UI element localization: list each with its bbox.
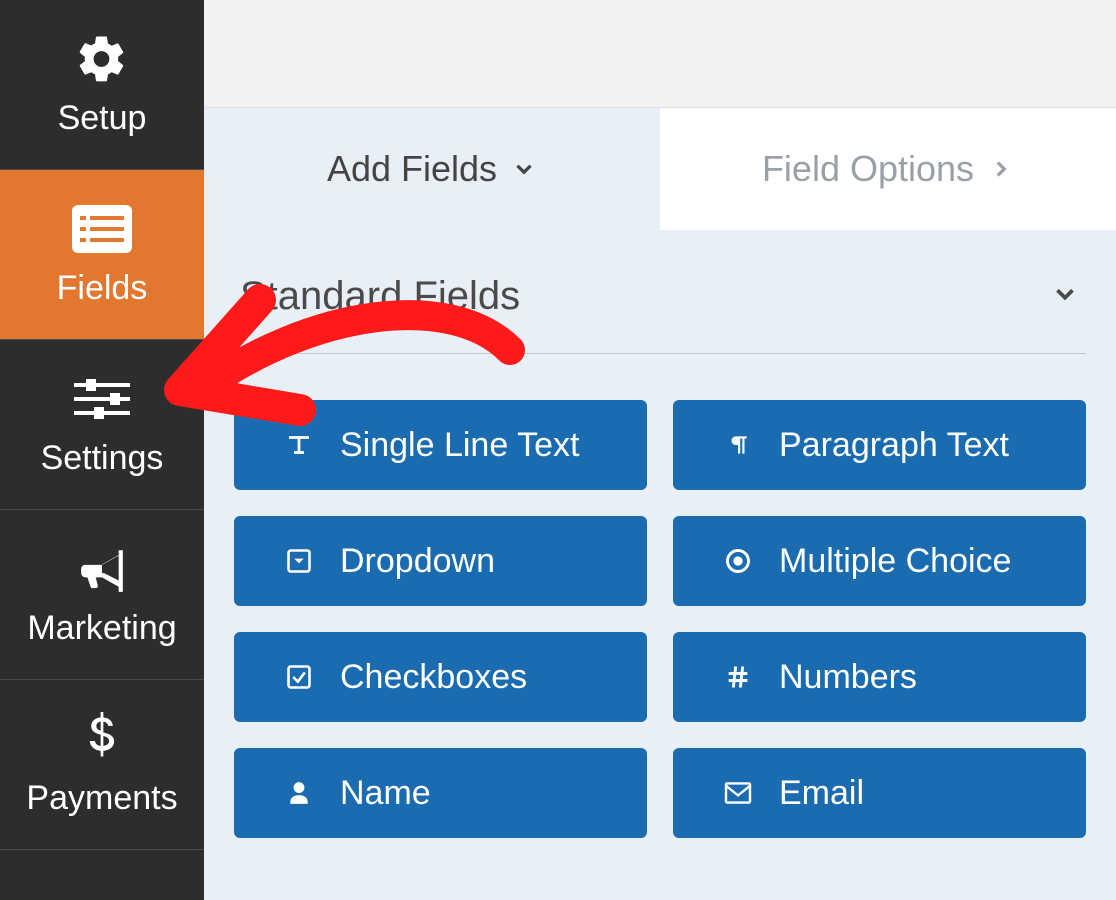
sidebar-item-label: Payments (26, 779, 177, 818)
top-toolbar-strip (204, 0, 1116, 108)
check-square-icon (282, 663, 316, 691)
field-paragraph-text[interactable]: Paragraph Text (673, 400, 1086, 490)
sidebar-item-setup[interactable]: Setup (0, 0, 204, 170)
tab-add-fields[interactable]: Add Fields (204, 108, 660, 230)
tab-label: Add Fields (327, 148, 497, 190)
field-label: Paragraph Text (779, 426, 1009, 465)
field-numbers[interactable]: Numbers (673, 632, 1086, 722)
chevron-right-icon (988, 156, 1014, 182)
field-label: Single Line Text (340, 426, 579, 465)
field-dropdown[interactable]: Dropdown (234, 516, 647, 606)
tab-field-options[interactable]: Field Options (660, 108, 1116, 230)
field-label: Multiple Choice (779, 542, 1011, 581)
sliders-icon (72, 371, 132, 427)
sidebar-item-payments[interactable]: Payments (0, 680, 204, 850)
radio-icon (721, 547, 755, 575)
chevron-down-icon (1050, 279, 1080, 314)
dollar-icon (85, 711, 119, 767)
text-cursor-icon (282, 430, 316, 460)
field-label: Email (779, 774, 864, 813)
sidebar-item-label: Marketing (27, 609, 176, 648)
fields-panel: Standard Fields Single Line Text Paragra… (204, 230, 1116, 900)
sidebar-item-label: Setup (58, 99, 147, 138)
group-title: Standard Fields (240, 274, 520, 319)
field-name[interactable]: Name (234, 748, 647, 838)
caret-square-down-icon (282, 547, 316, 575)
user-icon (282, 778, 316, 808)
hash-icon (721, 663, 755, 691)
field-single-line-text[interactable]: Single Line Text (234, 400, 647, 490)
sidebar: Setup Fields (0, 0, 204, 900)
group-header-standard-fields[interactable]: Standard Fields (234, 264, 1086, 354)
gear-icon (75, 31, 129, 87)
sidebar-item-label: Fields (57, 269, 148, 308)
field-label: Checkboxes (340, 658, 527, 697)
list-icon (72, 201, 132, 257)
field-label: Numbers (779, 658, 917, 697)
field-label: Dropdown (340, 542, 495, 581)
main-panel: Add Fields Field Options Standard Fields (204, 0, 1116, 900)
field-checkboxes[interactable]: Checkboxes (234, 632, 647, 722)
tab-label: Field Options (762, 148, 974, 190)
sidebar-item-settings[interactable]: Settings (0, 340, 204, 510)
chevron-down-icon (511, 156, 537, 182)
envelope-icon (721, 781, 755, 805)
sidebar-item-marketing[interactable]: Marketing (0, 510, 204, 680)
fields-grid: Single Line Text Paragraph Text Dropdown (234, 354, 1086, 838)
tab-bar: Add Fields Field Options (204, 108, 1116, 230)
bullhorn-icon (74, 541, 130, 597)
field-label: Name (340, 774, 431, 813)
sidebar-item-label: Settings (41, 439, 164, 478)
sidebar-item-fields[interactable]: Fields (0, 170, 204, 340)
field-multiple-choice[interactable]: Multiple Choice (673, 516, 1086, 606)
paragraph-icon (721, 430, 755, 460)
field-email[interactable]: Email (673, 748, 1086, 838)
